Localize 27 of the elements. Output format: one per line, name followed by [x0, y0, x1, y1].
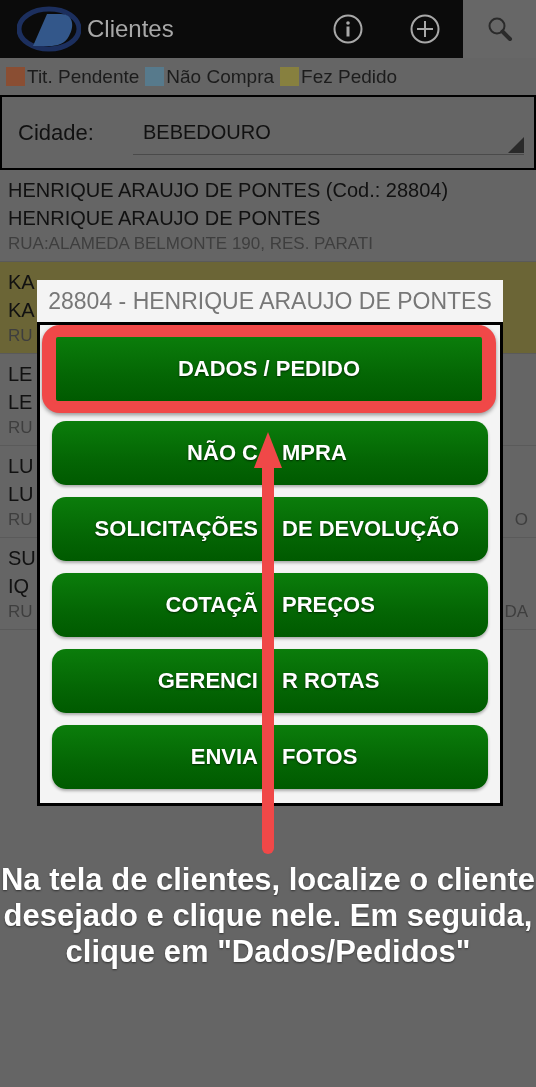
logo-icon	[17, 6, 81, 52]
plus-icon	[409, 14, 440, 44]
menu-button[interactable]: GERENCI R ROTAS	[52, 649, 488, 713]
menu-button[interactable]: COTAÇÃ PREÇOS	[52, 573, 488, 637]
client-name: HENRIQUE ARAUJO DE PONTES (Cod.: 28804)	[8, 178, 449, 203]
legend-label: Não Compra	[166, 65, 275, 88]
menu-button[interactable]: DADOS / PEDIDO	[56, 337, 482, 401]
instruction-text: Na tela de clientes, localize o cliente desejado e clique nele. Em seguida, clique em "Dados/Pedidos"	[0, 862, 536, 970]
client-trade-name: IQ	[8, 574, 30, 599]
client-trade-name: HENRIQUE ARAUJO DE PONTES	[8, 206, 321, 231]
dialog-title: 28804 - HENRIQUE ARAUJO DE PONTES	[37, 280, 503, 322]
client-name: LE	[8, 362, 33, 387]
city-label: Cidade:	[18, 119, 95, 146]
menu-button[interactable]: NÃO C MPRA	[52, 421, 488, 485]
screen-title: Clientes	[87, 15, 175, 43]
menu-button[interactable]: SOLICITAÇÕES DE DEVOLUÇÃO	[52, 497, 488, 561]
search-icon	[486, 16, 513, 42]
client-trade-name: LU	[8, 482, 34, 507]
legend-label: Tit. Pendente	[27, 65, 140, 88]
legend-label: Fez Pedido	[301, 65, 398, 88]
dropdown-icon	[508, 137, 524, 153]
client-name: SU	[8, 546, 36, 571]
client-trade-name: LE	[8, 390, 33, 415]
client-name: LU	[8, 454, 34, 479]
client-trade-name: KA	[8, 298, 35, 323]
info-icon	[332, 14, 363, 44]
menu-button[interactable]: ENVIA FOTOS	[52, 725, 488, 789]
